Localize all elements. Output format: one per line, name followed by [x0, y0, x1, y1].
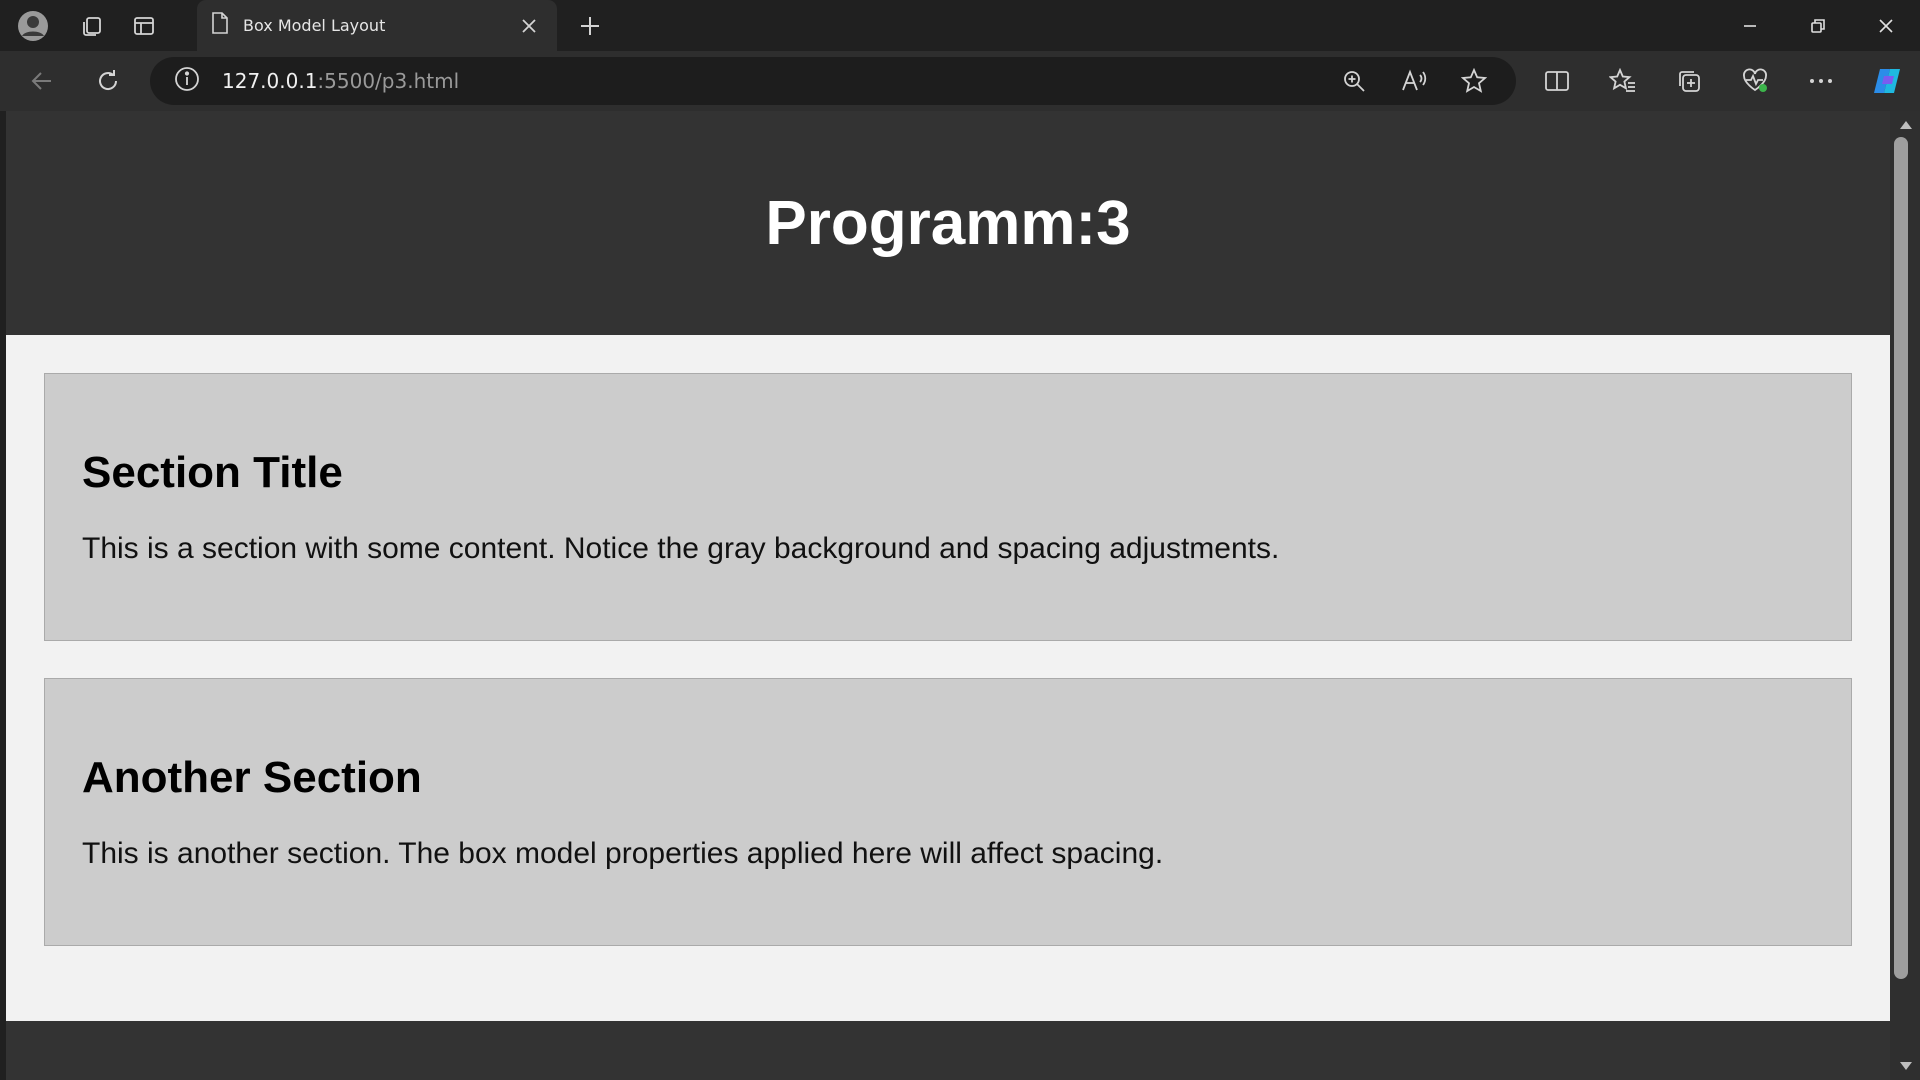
section-title: Another Section [82, 753, 422, 802]
tab-actions-icon[interactable] [118, 0, 170, 51]
plus-icon[interactable] [570, 0, 610, 51]
tab-bar: Box Model Layout [0, 0, 1920, 51]
info-icon[interactable] [174, 66, 200, 97]
section-text: This is a section with some content. Not… [82, 532, 1280, 565]
back-arrow-icon[interactable] [16, 51, 68, 111]
url-path: :5500/p3.html [317, 69, 460, 93]
section-title: Section Title [82, 448, 343, 497]
close-window-icon[interactable] [1852, 0, 1920, 51]
read-aloud-icon[interactable] [1384, 57, 1444, 105]
heart-pulse-icon[interactable] [1722, 51, 1788, 111]
restore-icon[interactable] [1784, 0, 1852, 51]
page-footer [6, 1021, 1890, 1080]
minimize-icon[interactable] [1716, 0, 1784, 51]
page-icon [211, 12, 229, 39]
url-host: 127.0.0.1 [222, 69, 318, 93]
address-bar[interactable]: 127.0.0.1:5500/p3.html [150, 57, 1516, 105]
star-icon[interactable] [1444, 57, 1504, 105]
scrollbar-thumb[interactable] [1894, 137, 1908, 979]
profile-icon[interactable] [0, 0, 66, 51]
copilot-icon[interactable] [1854, 51, 1920, 111]
zoom-in-icon[interactable] [1324, 57, 1384, 105]
scrollbar[interactable] [1890, 111, 1920, 1080]
close-icon[interactable] [515, 12, 543, 40]
browser-toolbar: 127.0.0.1:5500/p3.html [0, 51, 1920, 111]
scroll-up-arrow-icon[interactable] [1898, 117, 1914, 133]
page-header: Programm:3 [6, 111, 1890, 335]
more-icon[interactable] [1788, 51, 1854, 111]
window-controls [1716, 0, 1920, 51]
section-text: This is another section. The box model p… [82, 837, 1164, 870]
address-bar-actions [1324, 57, 1504, 105]
section-2: Another Section This is another section.… [44, 678, 1852, 946]
workspaces-icon[interactable] [66, 0, 118, 51]
favorites-icon[interactable] [1590, 51, 1656, 111]
toolbar-actions [1524, 51, 1920, 111]
scroll-down-arrow-icon[interactable] [1898, 1058, 1914, 1074]
refresh-icon[interactable] [82, 51, 134, 111]
page-main: Section Title This is a section with som… [6, 335, 1890, 1021]
page-title: Programm:3 [765, 188, 1131, 258]
page-viewport: Programm:3 Section Title This is a secti… [6, 111, 1890, 1080]
split-screen-icon[interactable] [1524, 51, 1590, 111]
tab-title: Box Model Layout [243, 16, 386, 35]
collections-icon[interactable] [1656, 51, 1722, 111]
section-1: Section Title This is a section with som… [44, 373, 1852, 641]
tab-box-model-layout[interactable]: Box Model Layout [197, 0, 557, 51]
url-text[interactable]: 127.0.0.1:5500/p3.html [222, 69, 459, 93]
